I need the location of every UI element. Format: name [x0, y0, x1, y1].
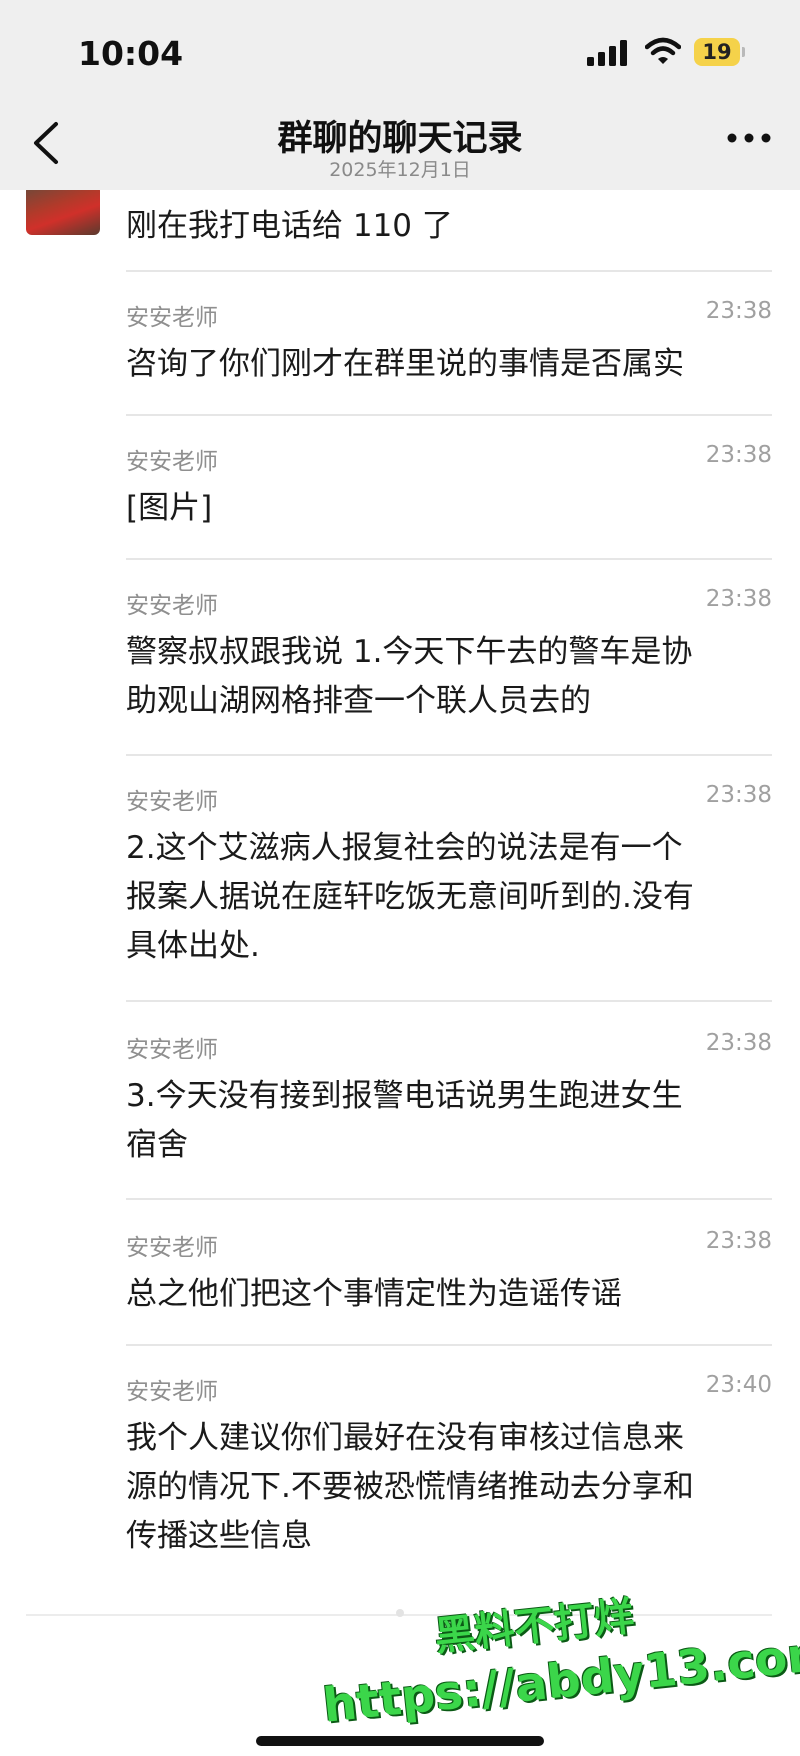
- message-item: 安安老师 23:40 我个人建议你们最好在没有审核过信息来 源的情况下.不要被恐…: [126, 1372, 772, 1561]
- sender-name: 安安老师: [126, 789, 218, 815]
- message-item[interactable]: 安安老师 23:38 [图片]: [126, 442, 772, 533]
- message-text: 咨询了你们刚才在群里说的事情是否属实: [126, 346, 684, 382]
- more-dots-icon[interactable]: [726, 132, 772, 144]
- message-time: 23:38: [705, 298, 772, 324]
- message-text: 我个人建议你们最好在没有审核过信息来 源的情况下.不要被恐慌情绪推动去分享和 传…: [126, 1420, 694, 1554]
- battery-tip: [742, 47, 745, 57]
- message-time: 23:38: [705, 586, 772, 612]
- page-title: 群聊的聊天记录: [277, 119, 523, 159]
- message-time: 23:40: [705, 1372, 772, 1398]
- sender-name: 安安老师: [126, 449, 218, 475]
- sender-name: 安安老师: [126, 593, 218, 619]
- message-divider: [126, 1198, 772, 1200]
- image-placeholder-text[interactable]: [图片]: [126, 484, 772, 533]
- message-time: 23:38: [705, 1228, 772, 1254]
- message-item: 安安老师 23:38 总之他们把这个事情定性为造谣传谣: [126, 1228, 772, 1319]
- battery-indicator: 19: [694, 38, 740, 66]
- message-divider: [126, 414, 772, 416]
- message-divider: [126, 754, 772, 756]
- sender-name: 安安老师: [126, 305, 218, 331]
- message-text: 总之他们把这个事情定性为造谣传谣: [126, 1276, 622, 1312]
- sender-name: 安安老师: [126, 1037, 218, 1063]
- message-item: 安安老师 23:38 3.今天没有接到报警电话说男生跑进女生 宿舍: [126, 1030, 772, 1170]
- message-text: 刚在我打电话给 110 了: [126, 208, 453, 244]
- cellular-signal-icon: [587, 40, 627, 66]
- wifi-icon: [645, 37, 681, 64]
- message-divider: [126, 558, 772, 560]
- message-divider: [126, 1000, 772, 1002]
- message-item: 安安老师 23:38 2.这个艾滋病人报复社会的说法是有一个 报案人据说在庭轩吃…: [126, 782, 772, 971]
- message-time: 23:38: [705, 1030, 772, 1056]
- sender-name: 安安老师: [126, 1235, 218, 1261]
- message-item: 安安老师 23:38 咨询了你们刚才在群里说的事情是否属实: [126, 298, 772, 389]
- message-text: 警察叔叔跟我说 1.今天下午去的警车是协 助观山湖网格排查一个联人员去的: [126, 634, 693, 719]
- home-indicator[interactable]: [256, 1736, 544, 1746]
- top-bar: 10:04 19 群聊的聊天记录 2025年12月1日: [0, 0, 800, 190]
- message-item: 安安老师 23:38 警察叔叔跟我说 1.今天下午去的警车是协 助观山湖网格排查…: [126, 586, 772, 726]
- message-text: 3.今天没有接到报警电话说男生跑进女生 宿舍: [126, 1078, 683, 1163]
- end-dot: [396, 1609, 404, 1617]
- message-time: 23:38: [705, 442, 772, 468]
- status-time: 10:04: [78, 34, 184, 73]
- avatar[interactable]: [26, 185, 100, 235]
- message-divider: [126, 1344, 772, 1346]
- message-divider: [126, 270, 772, 272]
- sender-name: 安安老师: [126, 1379, 218, 1405]
- message-text: 2.这个艾滋病人报复社会的说法是有一个 报案人据说在庭轩吃饭无意间听到的.没有 …: [126, 830, 694, 964]
- page-subtitle-date: 2025年12月1日: [329, 159, 471, 181]
- message-time: 23:38: [705, 782, 772, 808]
